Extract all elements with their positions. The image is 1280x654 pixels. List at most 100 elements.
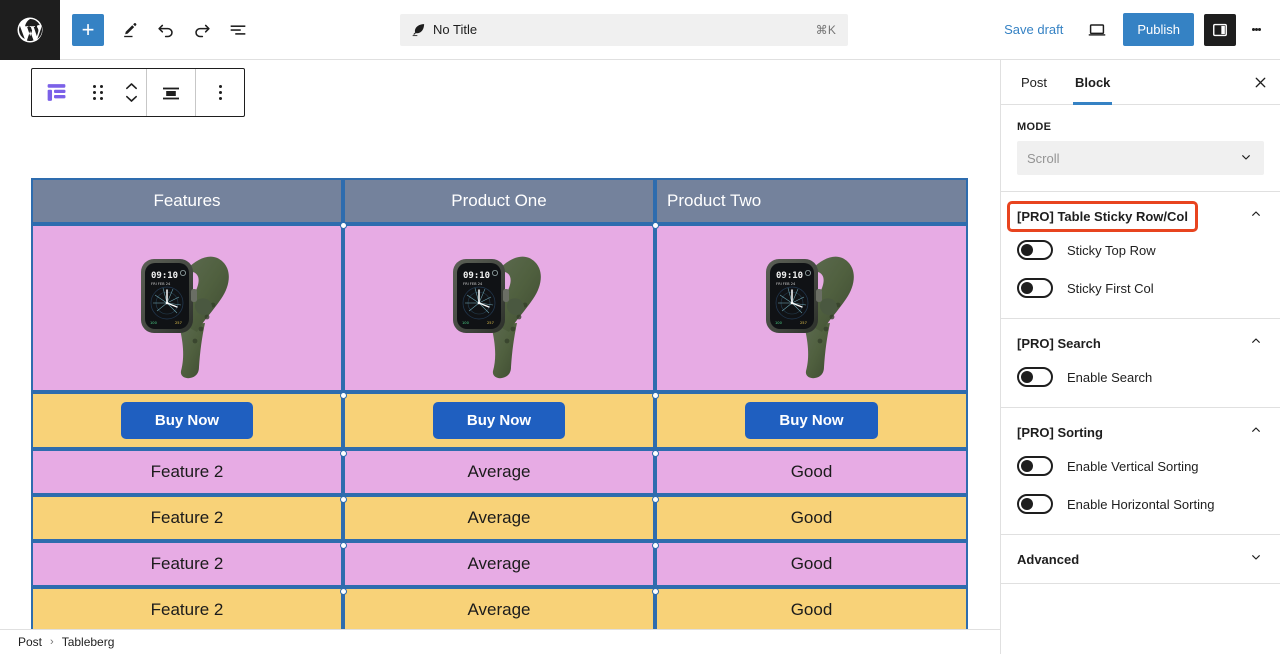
toolbar-divider-1 [146,69,147,116]
table-header-cell-features[interactable]: Features [31,178,343,224]
table-cell[interactable]: Feature 2 [31,495,343,541]
toggle-label: Enable Search [1067,369,1153,385]
breadcrumb-item-tableberg[interactable]: Tableberg [62,635,115,649]
table-cell-image[interactable]: 09:10 FRI FEB 24 100 257 [655,224,968,392]
breadcrumb-item-post[interactable]: Post [18,635,42,649]
table-header-cell-product-two[interactable]: Product Two [655,178,968,224]
enable-horizontal-sorting-toggle[interactable] [1017,494,1053,514]
tab-post[interactable]: Post [1007,60,1061,104]
settings-tabs: Post Block [1001,60,1280,105]
table-cell-image[interactable]: 09:10 FRI FEB 24 100 257 [31,224,343,392]
align-center-icon[interactable] [147,69,195,116]
wordpress-block-editor: + No Title ⌘K Save draft Publish Feature… [0,0,1280,654]
editor-canvas: Features Product One Product Two 09:10 F… [0,60,1000,654]
block-toolbar-group-options [196,69,244,116]
table-row: Feature 2 Average Good [31,495,968,541]
document-title-bar[interactable]: No Title ⌘K [400,13,849,46]
table-cell[interactable]: Good [655,449,968,495]
toggle-knob [1021,498,1033,510]
save-draft-button[interactable]: Save draft [992,16,1075,43]
table-cell[interactable]: Good [655,541,968,587]
watch-image-wrapper: 09:10 FRI FEB 24 100 257 [33,226,341,390]
smartwatch-product-image: 09:10 FRI FEB 24 100 257 [453,256,541,379]
sticky-top-row-toggle[interactable] [1017,240,1053,260]
toggle-row-sticky-top-row: Sticky Top Row [1017,240,1264,260]
list-view-icon[interactable] [220,12,256,48]
document-bar-container: No Title ⌘K [256,13,992,46]
chevron-up-icon[interactable] [1248,333,1264,354]
table-cell-image[interactable]: 09:10 FRI FEB 24 100 257 [343,224,655,392]
panel-header-search[interactable]: [PRO] Search [1001,319,1280,367]
mode-select-value: Scroll [1027,150,1060,166]
wordpress-logo-icon[interactable] [0,0,60,60]
table-cell[interactable]: Good [655,495,968,541]
table-cell-button[interactable]: Buy Now [343,392,655,449]
panel-header-advanced[interactable]: Advanced [1001,535,1280,583]
table-cell-button[interactable]: Buy Now [655,392,968,449]
buy-now-button[interactable]: Buy Now [745,402,878,439]
redo-arrow-icon[interactable] [184,12,220,48]
block-toolbar-group-align [147,69,195,116]
panel-table-sticky-row-col: [PRO] Table Sticky Row/Col Sticky Top Ro… [1001,192,1280,319]
panel-sorting: [PRO] Sorting Enable Vertical Sorting En [1001,408,1280,535]
table-media-row: 09:10 FRI FEB 24 100 257 09:10 FRI FEB 2… [31,224,968,392]
block-options-kebab-icon[interactable] [196,69,244,116]
svg-text:09:10: 09:10 [463,271,490,281]
chevron-up-icon[interactable] [1248,206,1264,227]
mode-select[interactable]: Scroll [1017,141,1264,175]
chevron-up-icon[interactable] [1248,422,1264,443]
panel-title: Advanced [1017,551,1080,567]
undo-arrow-icon[interactable] [148,12,184,48]
table-scroll-area: Features Product One Product Two 09:10 F… [0,178,1000,654]
pencil-edit-icon[interactable] [112,12,148,48]
chevron-down-icon[interactable] [1248,549,1264,570]
settings-sidebar: Post Block MODE Scroll [PRO] Table Stick… [1000,60,1280,654]
settings-body: MODE Scroll [PRO] Table Sticky Row/Col S… [1001,105,1280,654]
svg-text:09:10: 09:10 [776,271,803,281]
top-bar-right-actions: Save draft Publish [992,12,1280,48]
mode-section: MODE Scroll [1001,105,1280,192]
enable-vertical-sorting-toggle[interactable] [1017,456,1053,476]
watch-image-wrapper: 09:10 FRI FEB 24 100 257 [345,226,653,390]
table-cell[interactable]: Average [343,449,655,495]
panel-header-sorting[interactable]: [PRO] Sorting [1001,408,1280,456]
svg-text:100: 100 [462,321,470,325]
table-header-row: Features Product One Product Two [31,178,968,224]
table-row: Feature 2 Average Good [31,449,968,495]
toggle-knob [1021,371,1033,383]
table-cell[interactable]: Feature 2 [31,587,343,633]
table-cell[interactable]: Average [343,495,655,541]
buy-now-button[interactable]: Buy Now [432,402,566,439]
enable-search-toggle[interactable] [1017,367,1053,387]
settings-panel-icon[interactable] [1204,13,1236,46]
table-cell[interactable]: Good [655,587,968,633]
add-block-button[interactable]: + [72,13,104,46]
tableberg-block-icon[interactable] [32,69,80,116]
buy-now-button[interactable]: Buy Now [120,402,254,439]
toggle-row-enable-search: Enable Search [1017,367,1264,387]
table-cell[interactable]: Average [343,541,655,587]
smartwatch-product-image: 09:10 FRI FEB 24 100 257 [765,256,854,379]
table-row: Feature 2 Average Good [31,541,968,587]
panel-title: [PRO] Sorting [1017,424,1103,440]
sticky-first-col-toggle[interactable] [1017,278,1053,298]
table-cell[interactable]: Average [343,587,655,633]
panel-header-table-sticky[interactable]: [PRO] Table Sticky Row/Col [1001,192,1280,240]
svg-text:100: 100 [775,321,783,325]
panel-title: [PRO] Search [1017,335,1101,351]
close-x-icon[interactable] [1240,60,1280,104]
table-row: Feature 2 Average Good [31,587,968,633]
table-cell[interactable]: Feature 2 [31,449,343,495]
table-cell-button[interactable]: Buy Now [31,392,343,449]
table-header-cell-product-one[interactable]: Product One [343,178,655,224]
publish-button[interactable]: Publish [1123,13,1194,46]
feather-quill-icon [410,22,426,38]
tab-block[interactable]: Block [1061,60,1124,105]
toggle-label: Enable Vertical Sorting [1067,458,1199,474]
toggle-row-horizontal-sorting: Enable Horizontal Sorting [1017,494,1264,514]
kebab-menu-icon[interactable] [1240,14,1272,46]
laptop-preview-icon[interactable] [1079,12,1115,48]
drag-handle-icon[interactable] [80,69,116,116]
move-up-down-icon[interactable] [116,82,146,103]
table-cell[interactable]: Feature 2 [31,541,343,587]
